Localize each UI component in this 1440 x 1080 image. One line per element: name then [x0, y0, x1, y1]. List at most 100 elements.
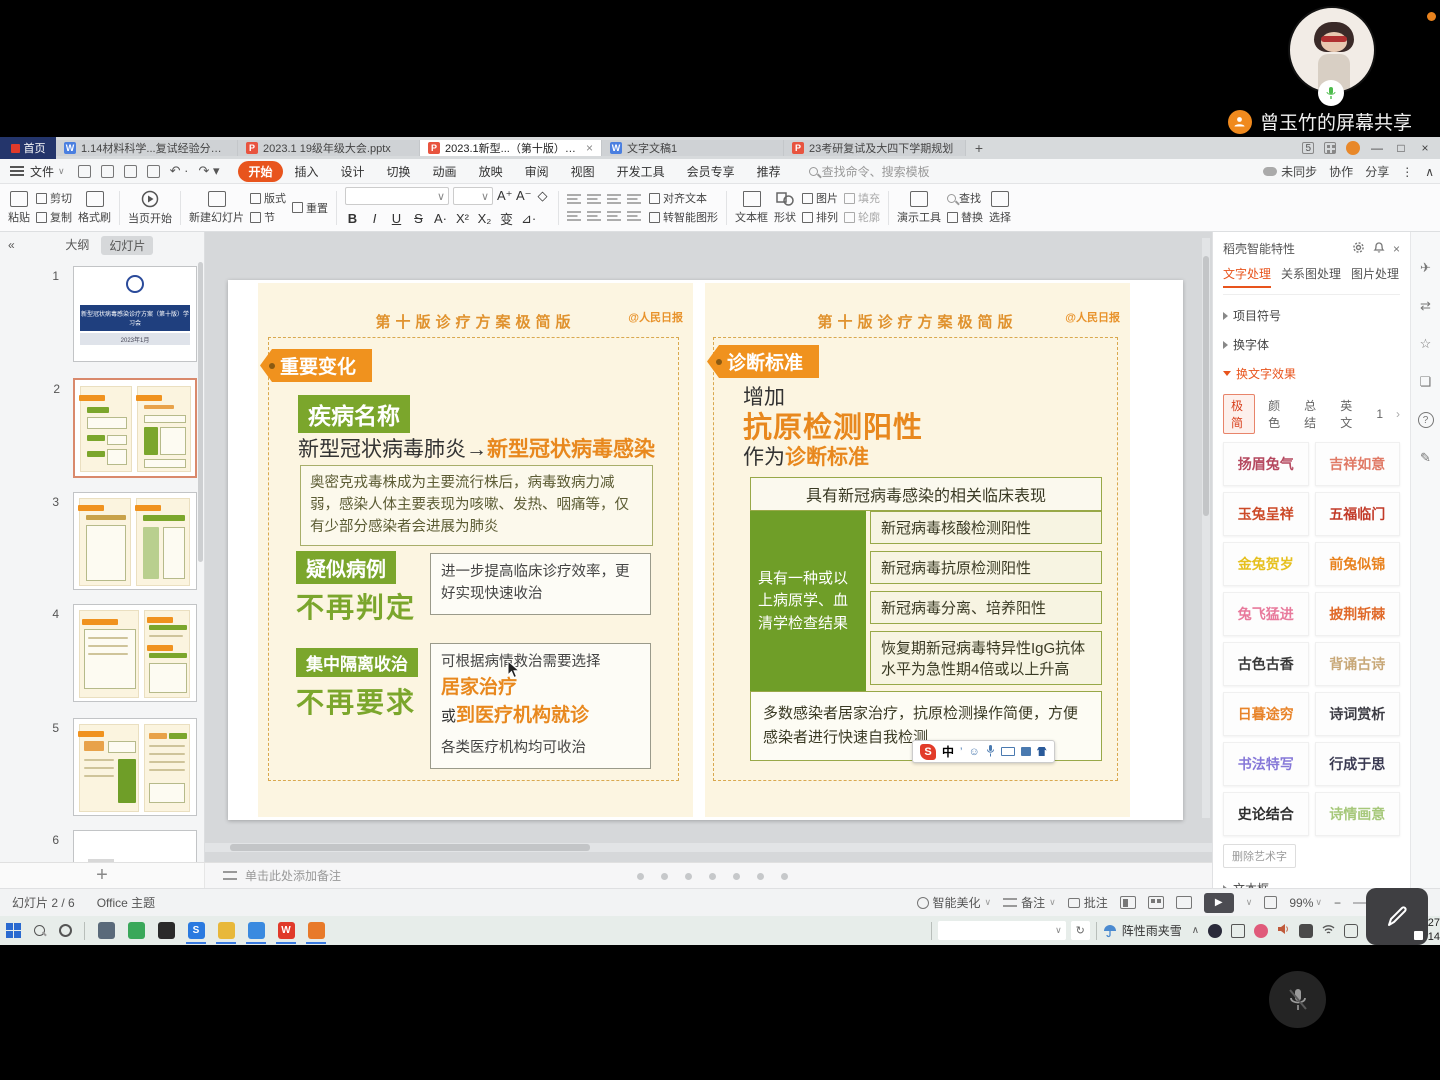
ribbon-tab[interactable]: 开发工具: [607, 161, 675, 182]
new-tab-button[interactable]: +: [966, 137, 992, 159]
increase-font-icon[interactable]: A⁺: [497, 188, 512, 204]
ribbon-tab[interactable]: 会员专享: [677, 161, 745, 182]
ribbon-tab[interactable]: 放映: [469, 161, 513, 182]
tab-slides[interactable]: 幻灯片: [101, 236, 153, 255]
font-family-select[interactable]: ∨: [345, 187, 449, 205]
slide-canvas[interactable]: 第十版诊疗方案极简版 @人民日报 重要变化 疾病名称 新型冠状病毒肺炎→新型冠状…: [205, 232, 1212, 862]
share-button[interactable]: 分享: [1365, 163, 1389, 180]
align-text-button[interactable]: 对齐文本: [649, 190, 718, 206]
bold-button[interactable]: B: [345, 211, 360, 226]
increase-indent-icon[interactable]: [627, 193, 641, 205]
strikethrough-button[interactable]: S: [411, 211, 426, 226]
taskbar-app-icon[interactable]: [121, 916, 151, 945]
slide-thumbnail-4[interactable]: 4: [73, 604, 197, 702]
document-tab[interactable]: P 2023.1新型...（第十版）学习会 ×: [420, 140, 602, 156]
section-bullets[interactable]: 项目符号: [1223, 307, 1400, 324]
art-text-preset[interactable]: 背诵古诗: [1315, 642, 1401, 686]
art-text-preset[interactable]: 诗词赏析: [1315, 692, 1401, 736]
window-mode-icon[interactable]: 5: [1302, 142, 1314, 154]
new-slide-button[interactable]: 新建幻灯片: [189, 191, 244, 225]
minimize-button[interactable]: —: [1370, 141, 1384, 155]
copy-button[interactable]: 复制: [36, 209, 72, 225]
collapse-panel-icon[interactable]: «: [8, 238, 15, 252]
theme-name[interactable]: Office 主题: [97, 894, 155, 911]
ribbon-tab[interactable]: 切换: [377, 161, 421, 182]
taskbar-app-icon[interactable]: [301, 916, 331, 945]
refresh-icon[interactable]: ↻: [1071, 921, 1090, 940]
start-button[interactable]: [0, 916, 26, 945]
effect-category[interactable]: 极简: [1223, 394, 1255, 434]
print-icon[interactable]: [124, 165, 137, 178]
effect-category[interactable]: 颜色: [1261, 395, 1291, 433]
cortana-icon[interactable]: [52, 916, 78, 945]
vertical-scrollbar[interactable]: [1202, 238, 1210, 818]
ime-skin-icon[interactable]: [1037, 747, 1047, 756]
docer-tab[interactable]: 文字处理: [1223, 265, 1271, 288]
rocket-icon[interactable]: ✈: [1420, 260, 1431, 276]
paste-button[interactable]: 粘贴: [8, 191, 30, 225]
close-button[interactable]: ×: [1418, 141, 1432, 155]
docer-tab[interactable]: 关系图处理: [1281, 265, 1341, 288]
file-menu[interactable]: 文件: [30, 163, 54, 180]
art-text-preset[interactable]: 五福临门: [1315, 492, 1401, 536]
gear-icon[interactable]: [1352, 241, 1365, 257]
arrange-button[interactable]: 排列: [802, 209, 838, 225]
tab-outline[interactable]: 大纲: [65, 236, 89, 255]
section-text-effects[interactable]: 换文字效果: [1223, 365, 1400, 382]
collapse-ribbon-icon[interactable]: ∧: [1425, 165, 1434, 179]
taskbar-app-icon[interactable]: [241, 916, 271, 945]
section-change-font[interactable]: 换字体: [1223, 336, 1400, 353]
docer-tab[interactable]: 图片处理: [1351, 265, 1399, 288]
ribbon-tab[interactable]: 视图: [561, 161, 605, 182]
subscript-button[interactable]: X₂: [477, 211, 492, 226]
art-text-preset[interactable]: 扬眉兔气: [1223, 442, 1309, 486]
hamburger-icon[interactable]: [10, 166, 24, 176]
effect-category[interactable]: 总结: [1297, 395, 1327, 433]
sogou-logo[interactable]: S: [920, 744, 936, 760]
ribbon-tab[interactable]: 设计: [331, 161, 375, 182]
highlight-button[interactable]: ⊿·: [521, 211, 536, 227]
window-icon[interactable]: ❏: [1420, 374, 1432, 390]
sliders-icon[interactable]: ⇄: [1420, 298, 1431, 314]
more-icon[interactable]: ⋮: [1401, 165, 1413, 179]
ime-toolbox-icon[interactable]: [1021, 747, 1031, 756]
line-spacing-icon[interactable]: [567, 210, 581, 222]
presentation-tools-button[interactable]: 演示工具: [897, 191, 941, 225]
wechat-meeting-icon[interactable]: [1254, 924, 1268, 938]
delete-art-text-button[interactable]: 删除艺术字: [1223, 844, 1296, 868]
format-painter-button[interactable]: 格式刷: [78, 191, 111, 225]
fit-slide-icon[interactable]: [1264, 896, 1277, 909]
taskbar-app-icon[interactable]: S: [181, 916, 211, 945]
art-text-preset[interactable]: 吉祥如意: [1315, 442, 1401, 486]
save-icon[interactable]: [78, 165, 91, 178]
ribbon-tab[interactable]: 推荐: [747, 161, 791, 182]
taskbar-search-icon[interactable]: [26, 916, 52, 945]
notes-input[interactable]: 单击此处添加备注: [245, 867, 341, 884]
art-text-preset[interactable]: 诗情画意: [1315, 792, 1401, 836]
fill-button[interactable]: 填充: [844, 190, 880, 206]
art-text-preset[interactable]: 古色古香: [1223, 642, 1309, 686]
horizontal-scrollbar[interactable]: [205, 843, 1212, 852]
font-color-button[interactable]: A·: [433, 211, 448, 226]
slide-thumbnail-1[interactable]: 1 新型冠状病毒感染诊疗方案（第十版）学习会 2023年1月: [73, 266, 197, 362]
tray-expand-icon[interactable]: ∧: [1192, 925, 1199, 936]
redo-icon[interactable]: ↷ ▾: [198, 163, 219, 179]
star-icon[interactable]: ☆: [1420, 336, 1432, 352]
slide-sorter-icon[interactable]: [1148, 896, 1164, 909]
scroll-right-icon[interactable]: ›: [1396, 407, 1400, 421]
replace-button[interactable]: 替换: [947, 209, 983, 225]
ribbon-tab[interactable]: 开始: [238, 161, 282, 182]
picture-button[interactable]: 图片: [802, 190, 838, 206]
maximize-button[interactable]: □: [1394, 141, 1408, 155]
edit-icon[interactable]: ✎: [1420, 450, 1431, 466]
find-button[interactable]: 查找: [947, 190, 983, 206]
export-icon[interactable]: [101, 165, 114, 178]
art-text-preset[interactable]: 日暮途穷: [1223, 692, 1309, 736]
clear-format-icon[interactable]: ◇: [535, 188, 550, 204]
underline-button[interactable]: U: [389, 211, 404, 226]
smart-beautify-button[interactable]: 智能美化∨: [917, 894, 992, 911]
camera-icon[interactable]: [1299, 924, 1313, 938]
qq-icon[interactable]: [1208, 924, 1222, 938]
art-text-preset[interactable]: 玉兔呈祥: [1223, 492, 1309, 536]
zoom-out-button[interactable]: −: [1334, 896, 1341, 910]
